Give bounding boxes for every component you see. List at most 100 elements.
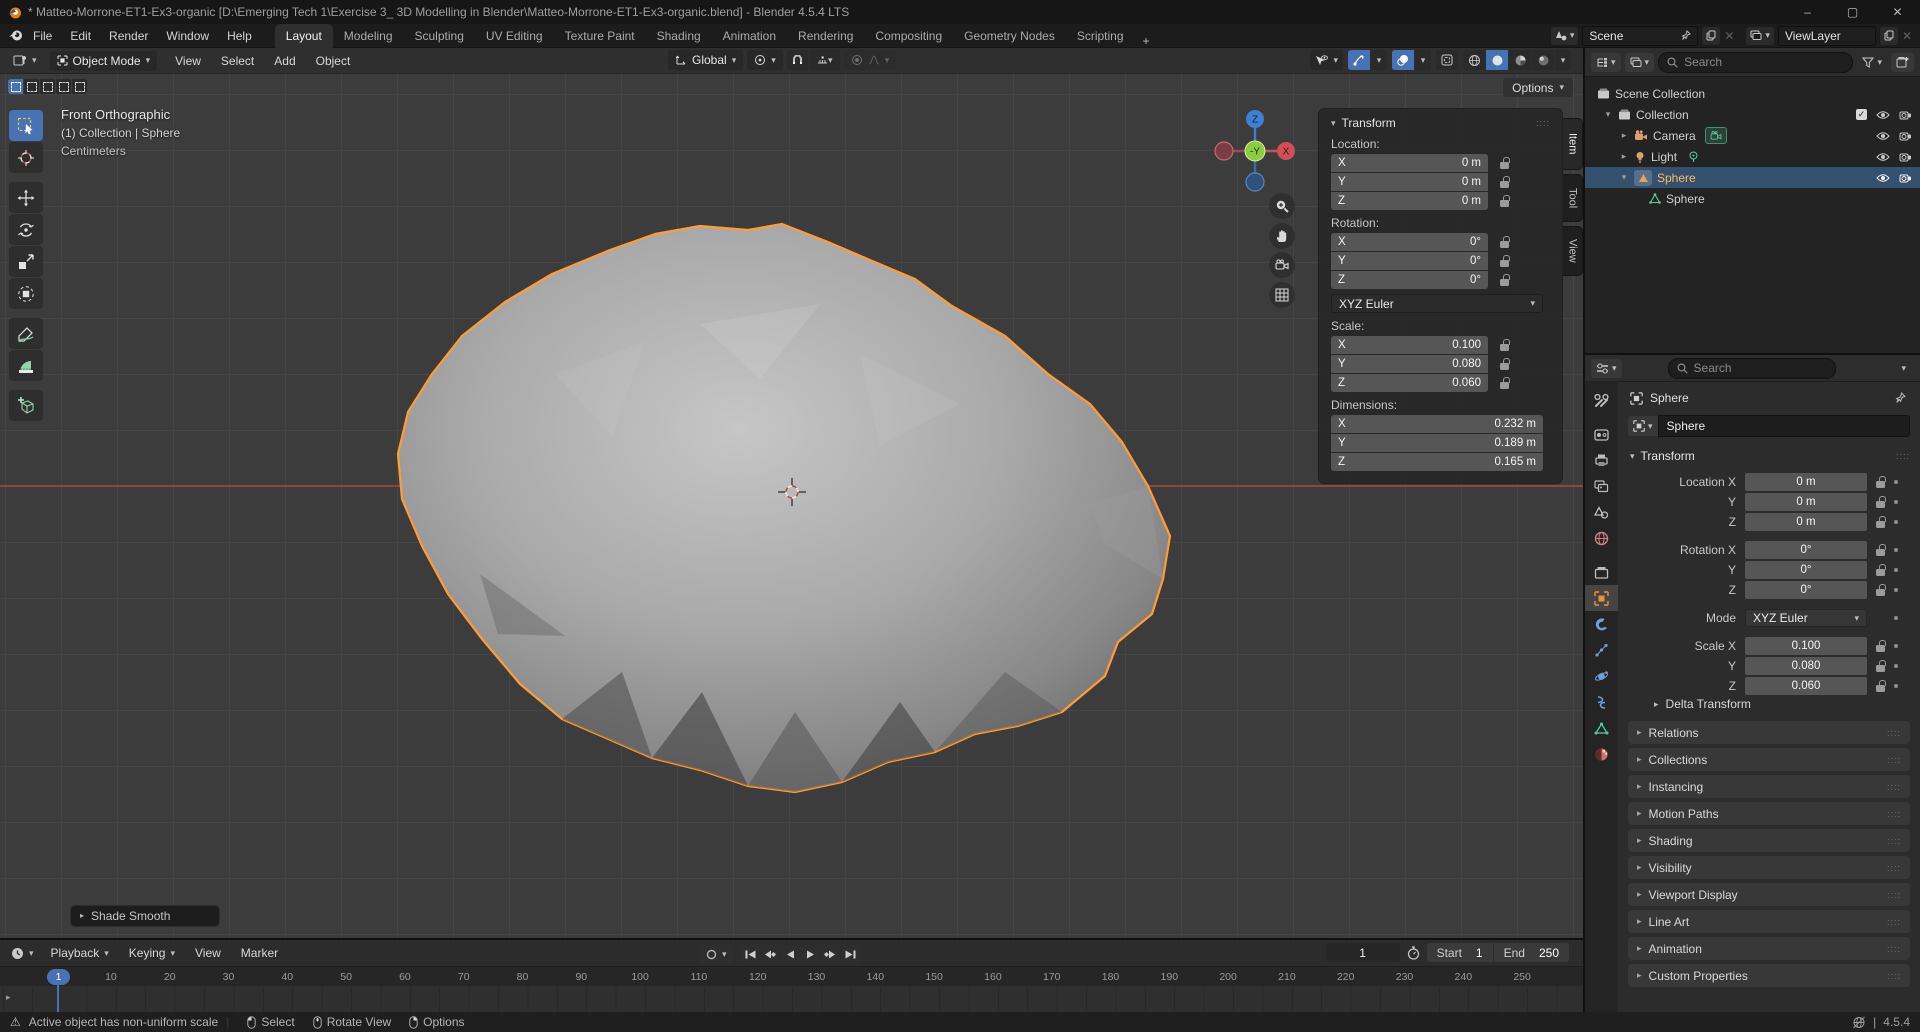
selectability-visibility-dropdown[interactable]: ▾	[1310, 50, 1343, 70]
workspace-tab-compositing[interactable]: Compositing	[864, 24, 953, 48]
shading-solid-button[interactable]	[1486, 50, 1508, 70]
show-gizmo-toggle[interactable]	[1348, 50, 1370, 70]
properties-tab-physics[interactable]	[1585, 663, 1618, 689]
lock-icon[interactable]	[1500, 344, 1509, 351]
hide-eye-icon[interactable]	[1876, 110, 1890, 120]
properties-tab-render[interactable]	[1585, 421, 1618, 447]
animate-dot[interactable]	[1894, 520, 1898, 524]
timeline-menu-playback[interactable]: Playback▾	[41, 946, 119, 960]
disable-render-icon[interactable]	[1899, 109, 1912, 120]
timeline-menu-view[interactable]: View	[185, 946, 231, 960]
lock-icon[interactable]	[1500, 260, 1509, 267]
timeline-menu-marker[interactable]: Marker	[231, 946, 288, 960]
panel-shading[interactable]: ▸ Shading ::::	[1628, 829, 1910, 852]
hide-eye-icon[interactable]	[1876, 152, 1890, 162]
lock-icon[interactable]	[1500, 279, 1509, 286]
show-overlays-toggle[interactable]	[1392, 50, 1414, 70]
properties-tab-object[interactable]	[1585, 585, 1618, 611]
rotation-z-field[interactable]: Z0°	[1331, 271, 1488, 289]
panel-motion-paths[interactable]: ▸ Motion Paths ::::	[1628, 802, 1910, 825]
lock-icon[interactable]	[1876, 665, 1885, 672]
outliner-row-scene-collection[interactable]: Scene Collection	[1585, 83, 1920, 104]
lock-icon[interactable]	[1500, 363, 1509, 370]
lock-icon[interactable]	[1876, 549, 1885, 556]
scene-delete-button[interactable]: ✕	[1724, 29, 1734, 43]
drag-handle-icon[interactable]: ::::	[1887, 755, 1901, 765]
panel-visibility[interactable]: ▸ Visibility ::::	[1628, 856, 1910, 879]
expander-icon[interactable]: ▾	[1603, 109, 1613, 120]
previous-keyframe-button[interactable]	[761, 945, 780, 963]
animate-dot[interactable]	[1894, 684, 1898, 688]
pivot-point-dropdown[interactable]: ▾	[747, 50, 783, 70]
minimize-button[interactable]: –	[1785, 0, 1830, 24]
animate-dot[interactable]	[1894, 644, 1898, 648]
timeline-ruler[interactable]: 1020304050607080901001101201301401501601…	[0, 966, 1583, 987]
new-collection-button[interactable]	[1891, 53, 1914, 72]
tool-cursor[interactable]	[9, 142, 43, 173]
viewport-canvas[interactable]: Options ▾ Front Orthographic (1) Collect…	[0, 74, 1583, 938]
select-mode-extend[interactable]	[24, 79, 39, 94]
lock-icon[interactable]	[1876, 481, 1885, 488]
shading-material-button[interactable]	[1509, 50, 1531, 70]
disable-render-icon[interactable]	[1899, 151, 1912, 162]
select-mode-intersect[interactable]	[72, 79, 87, 94]
workspace-tab-layout[interactable]: Layout	[275, 24, 333, 48]
workspace-tab-texture-paint[interactable]: Texture Paint	[554, 24, 646, 48]
lock-icon[interactable]	[1876, 685, 1885, 692]
drag-handle-icon[interactable]: ::::	[1887, 890, 1901, 900]
select-mode-invert[interactable]	[56, 79, 71, 94]
channel-expander-icon[interactable]: ▸	[6, 993, 11, 1002]
select-mode-subtract[interactable]	[40, 79, 55, 94]
workspace-tab-uv-editing[interactable]: UV Editing	[475, 24, 554, 48]
object-id-browse-button[interactable]: ▾	[1628, 416, 1658, 436]
mode-dropdown[interactable]: Object Mode ▾	[50, 51, 158, 71]
shading-dropdown[interactable]: ▾	[1555, 50, 1571, 70]
scale-y-field[interactable]: Y0.080	[1331, 355, 1488, 373]
properties-options-icon[interactable]: ▾	[1901, 364, 1906, 373]
transform-orientation-dropdown[interactable]: Global ▾	[668, 50, 743, 70]
gizmo-z-neg-axis[interactable]	[1246, 173, 1264, 191]
workspace-tab-rendering[interactable]: Rendering	[787, 24, 864, 48]
animate-dot[interactable]	[1894, 616, 1898, 620]
zoom-view-button[interactable]	[1269, 193, 1295, 219]
animate-dot[interactable]	[1894, 588, 1898, 592]
auto-keying-button[interactable]: ▾	[700, 944, 733, 964]
current-frame-field[interactable]: 1	[1326, 943, 1400, 962]
prop-rotation-z-field[interactable]: 0°	[1745, 581, 1867, 599]
properties-tab-particles[interactable]	[1585, 637, 1618, 663]
prop-scale-x-field[interactable]: 0.100	[1745, 637, 1867, 655]
outliner-row-sphere-object[interactable]: ▾ Sphere	[1585, 167, 1920, 188]
lock-icon[interactable]	[1500, 200, 1509, 207]
drag-handle-icon[interactable]: ::::	[1536, 118, 1550, 128]
scene-browse-button[interactable]: ▾	[1551, 27, 1579, 45]
animate-dot[interactable]	[1894, 500, 1898, 504]
viewlayer-name-field[interactable]: ViewLayer	[1778, 26, 1876, 46]
prop-rotation-x-field[interactable]: 0°	[1745, 541, 1867, 559]
close-button[interactable]: ✕	[1875, 0, 1920, 24]
viewlayer-delete-button[interactable]: ✕	[1902, 29, 1912, 43]
workspace-tab-sculpting[interactable]: Sculpting	[404, 24, 475, 48]
outliner-row-sphere-data[interactable]: Sphere	[1585, 188, 1920, 209]
play-reverse-button[interactable]	[781, 945, 800, 963]
workspace-tab-shading[interactable]: Shading	[646, 24, 712, 48]
properties-tab-view-layer[interactable]	[1585, 473, 1618, 499]
viewlayer-new-copy-button[interactable]	[1880, 27, 1898, 45]
sidebar-tab-view[interactable]: View	[1563, 226, 1583, 276]
tool-rotate[interactable]	[9, 214, 43, 245]
network-offline-icon[interactable]	[1852, 1016, 1866, 1029]
viewport-menu-object[interactable]: Object	[306, 54, 361, 68]
gizmo-x-neg-axis[interactable]	[1215, 142, 1233, 160]
tool-add-cube[interactable]	[9, 390, 43, 421]
options-button[interactable]: Options ▾	[1503, 78, 1573, 97]
expander-icon[interactable]: ▾	[1619, 172, 1629, 183]
sidebar-tab-item[interactable]: Item	[1563, 118, 1583, 170]
overlays-dropdown[interactable]: ▾	[1415, 50, 1431, 70]
panel-instancing[interactable]: ▸ Instancing ::::	[1628, 775, 1910, 798]
outliner-search-input[interactable]: Search	[1658, 52, 1853, 73]
drag-handle-icon[interactable]: ::::	[1887, 809, 1901, 819]
collection-checkbox[interactable]: ✓	[1856, 109, 1867, 120]
editor-type-button[interactable]: ▾	[6, 51, 44, 71]
shading-rendered-button[interactable]	[1532, 50, 1554, 70]
properties-tab-scene[interactable]	[1585, 499, 1618, 525]
tool-annotate[interactable]	[9, 318, 43, 349]
